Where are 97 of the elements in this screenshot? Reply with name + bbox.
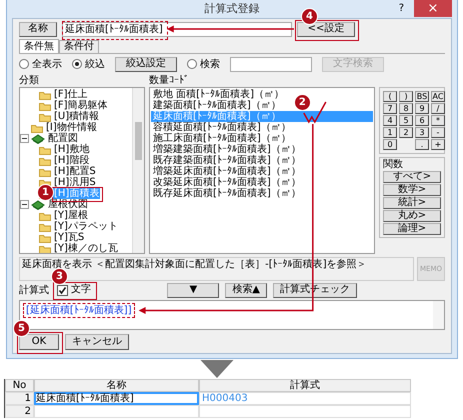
name-button[interactable]: 名称 (19, 22, 57, 36)
key-button[interactable]: 0 (383, 139, 397, 150)
list-item[interactable]: 改築延床面積[ﾄｰﾀﾙ面積表]（㎡） (151, 177, 301, 188)
radio-button[interactable]: 検索 (187, 57, 220, 71)
key-button[interactable]: 3 (415, 127, 429, 138)
folder-icon (39, 144, 51, 154)
key-button[interactable]: 2 (399, 127, 413, 138)
key-button[interactable]: ) (399, 91, 413, 102)
scrollbar[interactable] (433, 301, 444, 329)
table-cell[interactable]: 延床面積[ﾄｰﾀﾙ面積表] (34, 392, 199, 405)
folder-icon (39, 100, 51, 110)
down-triangle-icon (200, 360, 234, 378)
list-item[interactable]: 建築面積[ﾄｰﾀﾙ面積表]（㎡） (151, 100, 281, 111)
row-number: 1 (5, 392, 34, 405)
tree-item[interactable]: [H]階段 (53, 155, 90, 166)
filter-button[interactable]: 絞込設定 (115, 56, 177, 72)
search-field[interactable] (230, 56, 312, 72)
tree-item[interactable]: [I]物件情報 (45, 122, 98, 133)
tree-item[interactable]: [H]配置S (53, 166, 97, 177)
table-cell[interactable] (199, 405, 411, 418)
tab[interactable]: 条件付 (59, 40, 99, 53)
name-field[interactable]: 延床面積[ﾄｰﾀﾙ面積表] (62, 22, 292, 36)
tree-item[interactable]: [Y]屋根 (53, 210, 89, 221)
key-button[interactable]: . (415, 139, 429, 150)
tree-item[interactable]: [Y]棟／のし瓦 (53, 243, 119, 253)
key-button[interactable]: 6 (415, 115, 429, 126)
key-button[interactable]: ( (383, 91, 397, 102)
function-button[interactable]: 丸め> (383, 210, 441, 222)
formula-button[interactable]: 検索▲ (225, 282, 267, 298)
section-label: 分類 (19, 75, 40, 87)
key-button[interactable]: AC (431, 91, 445, 102)
formula-value: [延床面積[ﾄｰﾀﾙ面積表]] (26, 304, 132, 317)
column-header: 名称 (34, 379, 199, 392)
folder-icon (39, 90, 51, 100)
key-button[interactable]: 4 (383, 115, 397, 126)
set-button[interactable]: <<設定 (297, 22, 355, 36)
row-number: 2 (5, 405, 34, 418)
book-icon (31, 134, 45, 144)
function-button[interactable]: 数学> (383, 184, 441, 196)
help-button[interactable]: ? (388, 0, 414, 16)
tree-item[interactable]: [Y]瓦S (53, 232, 86, 243)
folder-icon (39, 222, 51, 232)
folder-icon (39, 112, 51, 122)
text-checkbox[interactable]: 文字 (55, 284, 93, 296)
list-item[interactable]: 既存延床面積[ﾄｰﾀﾙ面積表]（㎡） (151, 188, 301, 199)
tree-item[interactable]: [F]簡易躯体 (53, 100, 109, 111)
tree-item[interactable]: [Y]パラペット (53, 221, 119, 232)
key-button[interactable]: 9 (415, 103, 429, 114)
key-button[interactable]: 5 (399, 115, 413, 126)
table-cell[interactable] (34, 405, 199, 418)
tree-item[interactable]: [U]積情報 (53, 111, 100, 122)
radio-button[interactable]: 絞込 (72, 57, 105, 71)
book-icon (31, 200, 45, 210)
tab[interactable]: 条件無 (19, 39, 59, 53)
list-item[interactable]: 施工床面積[ﾄｰﾀﾙ面積表]（㎡） (151, 133, 291, 144)
function-button[interactable]: 統計> (383, 197, 441, 209)
section-label: 数量ｺｰﾄﾞ (149, 75, 190, 87)
key-button[interactable]: / (431, 103, 445, 114)
key-button[interactable]: 8 (399, 103, 413, 114)
key-button[interactable]: BS (415, 91, 429, 102)
key-button[interactable]: 1 (383, 127, 397, 138)
window-title: 計算式登録 (204, 2, 260, 16)
folder-icon (39, 166, 51, 176)
group-label: 関数 (383, 159, 404, 170)
key-button[interactable]: * (431, 115, 445, 126)
list-item[interactable]: 増築延床面積[ﾄｰﾀﾙ面積表]（㎡） (151, 166, 301, 177)
folder-icon (31, 122, 43, 132)
cancel-button[interactable]: キャンセル (65, 334, 129, 350)
radio-button[interactable]: 全表示 (19, 57, 62, 71)
formula-button[interactable]: ▼ (167, 282, 220, 298)
list-item[interactable]: 既存建築面積[ﾄｰﾀﾙ面積表]（㎡） (151, 155, 301, 166)
checkmark-icon (58, 286, 67, 294)
tree-item[interactable]: [H]敷地 (53, 144, 90, 155)
formula-label: 計算式 (19, 284, 49, 297)
close-button[interactable]: × (414, 0, 452, 17)
list-item[interactable]: 敷地 面積[ﾄｰﾀﾙ面積表]（㎡） (151, 89, 284, 100)
collapse-toggle[interactable] (20, 200, 29, 209)
key-button[interactable]: - (431, 127, 445, 138)
collapse-toggle[interactable] (20, 134, 29, 143)
key-button[interactable]: 7 (383, 103, 397, 114)
folder-icon (39, 210, 51, 220)
tree-item[interactable]: [F]仕上 (53, 89, 89, 100)
function-button[interactable]: すべて> (383, 171, 441, 183)
tree-item[interactable]: 配置図 (47, 133, 79, 144)
tree-item[interactable]: [H]汎用S (53, 177, 97, 188)
folder-icon (39, 232, 51, 242)
folder-icon (39, 244, 51, 253)
list-item[interactable]: 増築建築面積[ﾄｰﾀﾙ面積表]（㎡） (151, 144, 301, 155)
check-mark-icon (303, 102, 326, 124)
ok-button[interactable]: OK (19, 334, 59, 350)
column-header: 計算式 (199, 379, 411, 392)
scrollbar[interactable] (132, 88, 144, 253)
list-item[interactable]: 容積延面積[ﾄｰﾀﾙ面積表]（㎡） (151, 122, 291, 133)
column-header: No (5, 379, 34, 392)
folder-icon (39, 156, 51, 166)
function-button[interactable]: 論理> (383, 223, 441, 235)
key-button[interactable]: + (431, 139, 445, 150)
